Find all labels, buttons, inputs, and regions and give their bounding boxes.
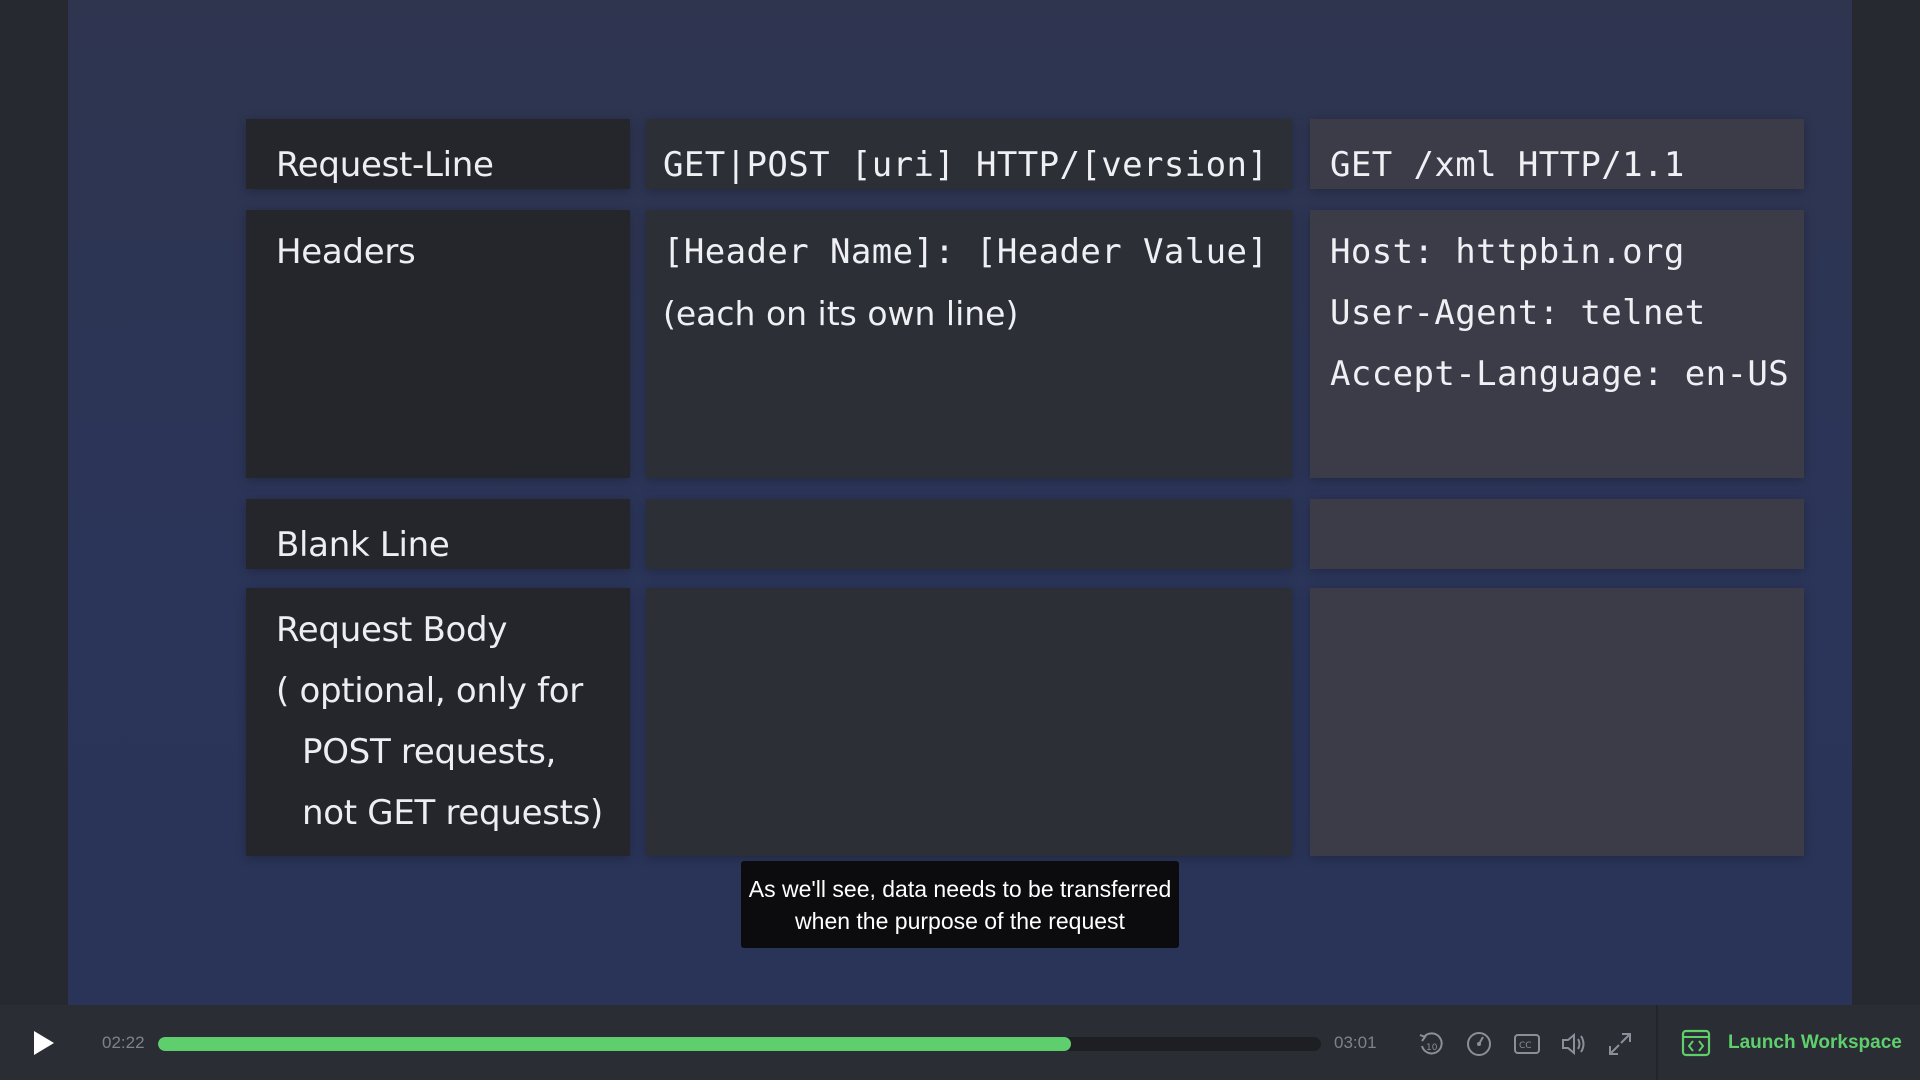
format-text: GET|POST [uri] HTTP/[version] [663,135,1268,196]
progress-bar[interactable] [158,1037,1321,1051]
row-label: Blank Line [276,515,450,576]
controls-divider [1656,1005,1658,1080]
progress-fill [158,1037,1071,1051]
example-cell [1310,499,1804,569]
svg-text:10: 10 [1426,1043,1438,1053]
caption-line: when the purpose of the request [795,908,1125,934]
format-cell [646,588,1292,856]
rewind-10-icon: 10 [1419,1032,1443,1055]
player-controls: 02:22 03:01 10 CC Launch Workspace [0,1005,1920,1080]
video-frame[interactable]: Request-Line GET|POST [uri] HTTP/[versio… [68,0,1852,1005]
label-line: Request Body [276,610,508,650]
row-label-cell: Request-Line [246,119,630,189]
format-text: [Header Name]: [Header Value] (each on i… [663,222,1268,344]
format-cell [646,499,1292,569]
workspace-icon [1681,1029,1711,1057]
svg-text:CC: CC [1519,1041,1532,1051]
example-cell [1310,588,1804,856]
label-line: Request-Line [276,145,494,185]
example-cell: Host: httpbin.org User-Agent: telnet Acc… [1310,210,1804,478]
rewind-10-button[interactable]: 10 [1416,1029,1446,1059]
captions-icon: CC [1514,1034,1540,1054]
example-line: User-Agent: telnet [1330,293,1706,333]
row-label: Request Body ( optional, only for POST r… [276,600,603,844]
play-button[interactable] [24,1025,60,1061]
format-line: GET|POST [uri] HTTP/[version] [663,145,1269,185]
current-time: 02:22 [102,1033,145,1052]
format-line: [Header Name]: [Header Value] [663,232,1269,272]
launch-workspace-label: Launch Workspace [1728,1032,1902,1053]
row-label-cell: Blank Line [246,499,630,569]
example-line: Host: httpbin.org [1330,232,1685,272]
row-label: Request-Line [276,135,494,196]
captions-button[interactable]: CC [1512,1029,1542,1059]
example-cell: GET /xml HTTP/1.1 [1310,119,1804,189]
example-text: Host: httpbin.org User-Agent: telnet Acc… [1330,222,1789,405]
example-text: GET /xml HTTP/1.1 [1330,135,1685,196]
label-line: Blank Line [276,525,450,565]
volume-button[interactable] [1559,1029,1589,1059]
format-cell: GET|POST [uri] HTTP/[version] [646,119,1292,189]
row-label-cell: Request Body ( optional, only for POST r… [246,588,630,856]
label-line: POST requests, [302,732,556,772]
fullscreen-icon [1609,1033,1631,1055]
total-time: 03:01 [1334,1033,1377,1052]
label-line: Headers [276,232,416,272]
speed-icon [1467,1032,1491,1056]
row-label-cell: Headers [246,210,630,478]
subtitle-caption: As we'll see, data needs to be transferr… [741,861,1179,948]
label-line: ( optional, only for [276,671,583,711]
example-line: Accept-Language: en-US [1330,354,1790,394]
format-cell: [Header Name]: [Header Value] (each on i… [646,210,1292,478]
caption-line: As we'll see, data needs to be transferr… [748,876,1172,902]
volume-icon [1562,1032,1585,1056]
format-line: (each on its own line) [663,294,1019,333]
label-line: not GET requests) [302,793,604,833]
play-icon [34,1031,54,1055]
example-line: GET /xml HTTP/1.1 [1330,145,1685,185]
speed-button[interactable] [1464,1029,1494,1059]
row-label: Headers [276,222,416,283]
fullscreen-button[interactable] [1605,1029,1635,1059]
launch-workspace-button[interactable]: Launch Workspace [1680,1026,1902,1060]
